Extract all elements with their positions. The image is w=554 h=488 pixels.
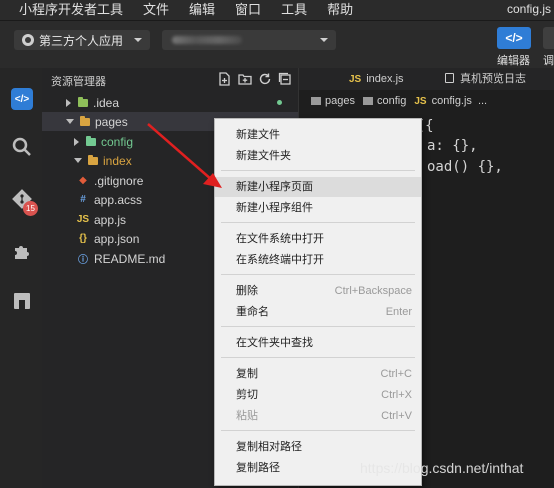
annotation-arrow: [147, 123, 222, 188]
watermark: https://blog.csdn.net/inthat: [360, 460, 524, 476]
